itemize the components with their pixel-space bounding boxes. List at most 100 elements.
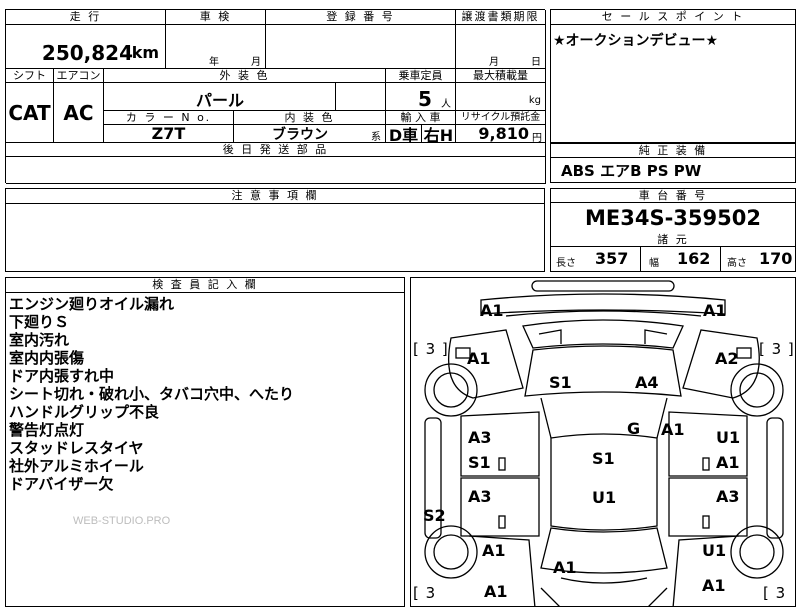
damage-front-right: A1 <box>703 301 727 320</box>
exterior-color-cell: パール <box>104 83 336 111</box>
transfer-deadline-header: 譲渡書類期限 <box>456 10 546 25</box>
inspector-box: 検 査 員 記 入 欄 エンジン廻りオイル漏れ 下廻りＳ 室内汚れ 室内内張傷 … <box>5 277 405 607</box>
capacity-value: 5 <box>418 87 432 111</box>
recycle-cell: 9,810 円 <box>456 124 546 144</box>
transfer-month: 月 <box>489 57 499 68</box>
mileage-value: 250,824 <box>41 41 133 65</box>
inspector-line: エンジン廻りオイル漏れ <box>9 295 175 313</box>
interior-color-header: 内 装 色 <box>234 111 386 125</box>
car-diagram: [ 3 ] [ 3 ] [ 3 [ 3 A1 A1 A1 A2 S1 A4 G … <box>410 277 796 607</box>
shift-value: CAT <box>6 83 54 143</box>
inspector-header: 検 査 員 記 入 欄 <box>6 278 404 293</box>
inspector-line: ドア内張すれ中 <box>9 367 115 385</box>
height-cell: 高さ 170 <box>721 247 795 271</box>
height-label: 高さ <box>727 258 747 269</box>
interior-color-value: ブラウン <box>272 127 328 143</box>
bracket-right-bottom: [ 3 <box>763 584 787 602</box>
inspector-line: スタッドレスタイヤ <box>9 439 144 457</box>
max-load-cell: kg <box>456 83 546 111</box>
import-value-handle: 右H <box>422 125 456 145</box>
inspector-line: ハンドルグリップ不良 <box>9 403 160 421</box>
chassis-box: 車 台 番 号 ME34S-359502 諸 元 長さ 357 幅 162 高さ… <box>550 188 796 272</box>
mileage-header: 走 行 <box>6 10 166 25</box>
shift-header: シフト <box>6 69 54 83</box>
transfer-deadline-cell: 月 日 <box>456 25 546 69</box>
damage-roof-u: U1 <box>592 488 617 507</box>
max-load-unit: kg <box>528 95 541 106</box>
chassis-header: 車 台 番 号 <box>551 189 795 203</box>
length-cell: 長さ 357 <box>551 247 641 271</box>
width-value: 162 <box>677 249 711 268</box>
notes-box: 注 意 事 項 欄 <box>5 188 545 272</box>
mileage-cell: 250,824 km <box>6 25 166 69</box>
sales-point-header: セ ー ル ス ポ イ ン ト <box>551 10 795 25</box>
capacity-header: 乗車定員 <box>386 69 456 83</box>
damage-rear-fender-right: U1 <box>702 541 727 560</box>
equipment-header: 純 正 装 備 <box>551 144 795 158</box>
sales-point-box: セ ー ル ス ポ イ ン ト ★オークションデビュー★ <box>550 9 796 143</box>
damage-rear-bottom-left: A1 <box>484 582 508 601</box>
inspector-line: 室内汚れ <box>9 331 70 349</box>
damage-rear: A1 <box>553 558 577 577</box>
later-parts-header: 後 日 発 送 部 品 <box>6 143 546 157</box>
bracket-right-top: [ 3 ] <box>759 340 795 358</box>
damage-seat-front-left: S1 <box>549 373 572 392</box>
exterior-color-header: 外 装 色 <box>104 69 386 83</box>
damage-door-rr: A3 <box>716 487 740 506</box>
inspector-lines: エンジン廻りオイル漏れ 下廻りＳ 室内汚れ 室内内張傷 ドア内張すれ中 シート切… <box>9 295 294 493</box>
inspector-line: 警告灯点灯 <box>9 421 85 439</box>
width-cell: 幅 162 <box>641 247 721 271</box>
specs-row: 長さ 357 幅 162 高さ 170 <box>551 247 795 271</box>
recycle-unit: 円 <box>532 133 542 144</box>
inspector-line: 社外アルミホイール <box>9 457 144 475</box>
inspection-year: 年 <box>209 57 219 68</box>
damage-door-fl-a: A3 <box>468 428 492 447</box>
inspection-cell: 年 月 <box>166 25 266 69</box>
interior-color-cell: ブラウン 系 <box>234 125 386 143</box>
inspector-line: 室内内張傷 <box>9 349 85 367</box>
mileage-unit: km <box>131 43 159 62</box>
bracket-left-top: [ 3 ] <box>413 340 449 358</box>
damage-glass-side: A1 <box>661 420 685 439</box>
length-value: 357 <box>595 249 629 268</box>
inspector-line: シート切れ・破れ小、タバコ穴中、へたり <box>9 385 295 403</box>
color-no-value: Z7T <box>104 124 234 143</box>
damage-sill-left: S2 <box>423 506 446 525</box>
later-parts-cell <box>6 157 546 184</box>
exterior-color-value: パール <box>196 91 245 110</box>
inspection-month: 月 <box>251 57 261 68</box>
vehicle-info-table: 走 行 車 検 登 録 番 号 譲渡書類期限 250,824 km 年 月 月 … <box>5 9 546 184</box>
damage-door-rl: A3 <box>468 487 492 506</box>
damage-rear-fender-left: A1 <box>482 541 506 560</box>
damage-seat-front-right: A4 <box>635 373 659 392</box>
recycle-value: 9,810 <box>478 124 529 143</box>
notes-header: 注 意 事 項 欄 <box>6 189 544 204</box>
width-label: 幅 <box>649 258 659 269</box>
damage-roof-s: S1 <box>592 449 615 468</box>
specs-header: 諸 元 <box>551 233 795 247</box>
length-label: 長さ <box>556 258 576 269</box>
equipment-text: ABS エアB PS PW <box>561 162 702 180</box>
capacity-cell: 5 人 <box>386 83 456 111</box>
damage-fender-left: A1 <box>467 349 491 368</box>
bracket-left-bottom: [ 3 <box>413 584 437 602</box>
height-value: 170 <box>759 249 793 268</box>
damage-fender-right: A2 <box>715 349 739 368</box>
inspection-header: 車 検 <box>166 10 266 25</box>
interior-color-suffix: 系 <box>371 132 381 143</box>
recycle-header: リサイクル預託金 <box>456 111 546 125</box>
inspector-line: 下廻りＳ <box>9 313 70 331</box>
registration-cell <box>266 25 456 69</box>
transfer-day: 日 <box>531 57 541 68</box>
damage-door-fl-s: S1 <box>468 453 491 472</box>
equipment-box: 純 正 装 備 ABS エアB PS PW <box>550 143 796 183</box>
import-value-drive: D車 <box>386 125 422 145</box>
ac-header: エアコン <box>54 69 104 83</box>
max-load-header: 最大積載量 <box>456 69 546 83</box>
watermark: WEB-STUDIO.PRO <box>73 515 171 527</box>
damage-front-left: A1 <box>480 301 504 320</box>
chassis-value: ME34S-359502 <box>551 203 795 234</box>
damage-door-fr-u: U1 <box>716 428 741 447</box>
damage-rear-bottom-right: A1 <box>702 576 726 595</box>
damage-door-fr-a: A1 <box>716 453 740 472</box>
